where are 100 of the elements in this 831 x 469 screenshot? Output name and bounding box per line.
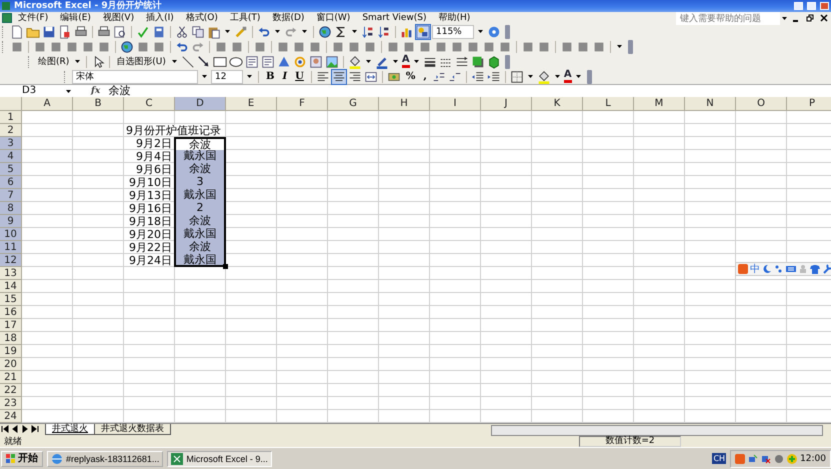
row-header[interactable]: 13 [0, 267, 22, 280]
column-header[interactable]: E [226, 97, 277, 111]
disconnected-network-icon[interactable] [761, 454, 772, 464]
column-header[interactable]: G [328, 97, 379, 111]
name-box[interactable]: D3 [0, 85, 64, 97]
spelling-check-icon[interactable] [136, 24, 150, 38]
horizontal-scrollbar[interactable] [491, 425, 823, 436]
wordart-icon[interactable] [276, 54, 291, 68]
insert-function-button[interactable]: fx [91, 86, 100, 96]
arrow-style-icon[interactable] [454, 54, 469, 68]
globe-icon[interactable] [318, 24, 332, 38]
square-icon[interactable] [560, 40, 574, 54]
menu-item[interactable]: 帮助(H) [432, 12, 476, 24]
toolbar-options-button[interactable] [505, 24, 510, 38]
row-header[interactable]: 4 [0, 150, 22, 163]
align-left-icon[interactable] [316, 70, 330, 84]
toolbar-grip[interactable] [28, 56, 32, 68]
formula-content[interactable]: 余波 [108, 85, 130, 97]
align-center-icon[interactable] [332, 70, 346, 84]
square-icon[interactable] [521, 40, 535, 54]
caret-icon[interactable] [478, 30, 483, 33]
toolbar-grip[interactable] [2, 26, 6, 38]
shadow-icon[interactable] [470, 54, 485, 68]
column-header[interactable]: B [73, 97, 124, 111]
menu-item[interactable]: 工具(T) [224, 12, 266, 24]
printer-icon[interactable] [97, 24, 111, 38]
caret-icon[interactable] [617, 45, 622, 48]
row-header[interactable]: 22 [0, 384, 22, 397]
column-header[interactable]: K [532, 97, 583, 111]
caret-icon[interactable] [528, 75, 533, 78]
comma-button[interactable]: , [420, 70, 430, 84]
merge-center-icon[interactable] [364, 70, 378, 84]
row-header[interactable]: 24 [0, 410, 22, 423]
column-header[interactable]: F [277, 97, 328, 111]
start-button[interactable]: 开始 [1, 450, 43, 466]
print-preview-icon[interactable] [113, 24, 127, 38]
menu-item[interactable]: Smart View(S) [356, 12, 432, 24]
square-icon[interactable] [292, 40, 306, 54]
row-header[interactable]: 3 [0, 137, 22, 150]
column-header[interactable]: M [634, 97, 685, 111]
3d-cube-icon[interactable] [486, 54, 501, 68]
fill-bucket-icon[interactable] [536, 70, 551, 84]
help-search-field[interactable]: 键入需要帮助的问题 [676, 12, 780, 24]
close-button[interactable] [820, 2, 829, 10]
ime-mode-toggle[interactable]: 中 [750, 262, 760, 276]
fill-handle[interactable] [223, 264, 228, 269]
caret-icon[interactable] [247, 75, 252, 78]
square-icon[interactable] [152, 40, 166, 54]
line-color-icon[interactable] [374, 54, 389, 68]
row-header[interactable]: 12 [0, 254, 22, 267]
menu-item[interactable]: 编辑(E) [54, 12, 97, 24]
scissors-icon[interactable] [175, 24, 189, 38]
keyboard-icon[interactable] [786, 264, 796, 274]
column-header[interactable]: J [481, 97, 532, 111]
taskbar-button[interactable]: #replyask-183112681... [47, 450, 164, 466]
square-icon[interactable] [537, 40, 551, 54]
text-box-icon[interactable] [244, 54, 259, 68]
ellipse-icon[interactable] [228, 54, 243, 68]
column-header[interactable]: O [736, 97, 787, 111]
font-name-dropdown[interactable]: 宋体 [72, 70, 198, 84]
menu-item[interactable]: 插入(I) [140, 12, 180, 24]
zoom-dropdown[interactable]: 115% [432, 24, 474, 38]
caret-icon[interactable] [302, 30, 307, 33]
caret-icon[interactable] [414, 60, 419, 63]
fill-bucket-icon[interactable] [348, 54, 362, 68]
network-icon[interactable] [748, 454, 758, 464]
next-sheet-icon[interactable] [21, 425, 29, 433]
rectangle-icon[interactable] [212, 54, 227, 68]
menu-item[interactable]: 视图(V) [96, 12, 140, 24]
row-header[interactable]: 15 [0, 293, 22, 306]
picture-icon[interactable] [324, 54, 339, 68]
row-header[interactable]: 17 [0, 319, 22, 332]
toolbar-options-button[interactable] [586, 70, 592, 84]
square-icon[interactable] [482, 40, 496, 54]
caret-icon[interactable] [576, 75, 581, 78]
font-size-dropdown[interactable]: 12 [211, 70, 243, 84]
last-sheet-icon[interactable] [31, 425, 39, 433]
square-icon[interactable] [418, 40, 432, 54]
save-icon[interactable] [42, 24, 56, 38]
caret-icon[interactable] [392, 60, 398, 63]
square-icon[interactable] [592, 40, 606, 54]
italic-button[interactable]: I [279, 70, 290, 84]
menu-item[interactable]: 窗口(W) [310, 12, 356, 24]
toolbar-grip[interactable] [2, 40, 6, 52]
sort-ascending-icon[interactable] [361, 24, 375, 38]
caret-icon[interactable] [366, 60, 371, 63]
shirt-icon[interactable] [810, 264, 820, 274]
square-icon[interactable] [276, 40, 290, 54]
moon-icon[interactable] [762, 264, 772, 274]
taskbar-button[interactable]: Microsoft Excel - 9... [167, 450, 272, 466]
row-header[interactable]: 1 [0, 111, 22, 124]
sort-descending-icon[interactable] [377, 24, 391, 38]
caret-icon[interactable] [172, 60, 177, 63]
caret-icon[interactable] [202, 75, 207, 78]
restore-icon[interactable] [806, 14, 814, 22]
row-header[interactable]: 19 [0, 345, 22, 358]
bold-button[interactable]: B [263, 70, 278, 84]
globe-icon[interactable] [120, 40, 134, 54]
diagram-icon[interactable] [292, 54, 307, 68]
menu-button[interactable]: 自选图形(U) [114, 54, 168, 68]
